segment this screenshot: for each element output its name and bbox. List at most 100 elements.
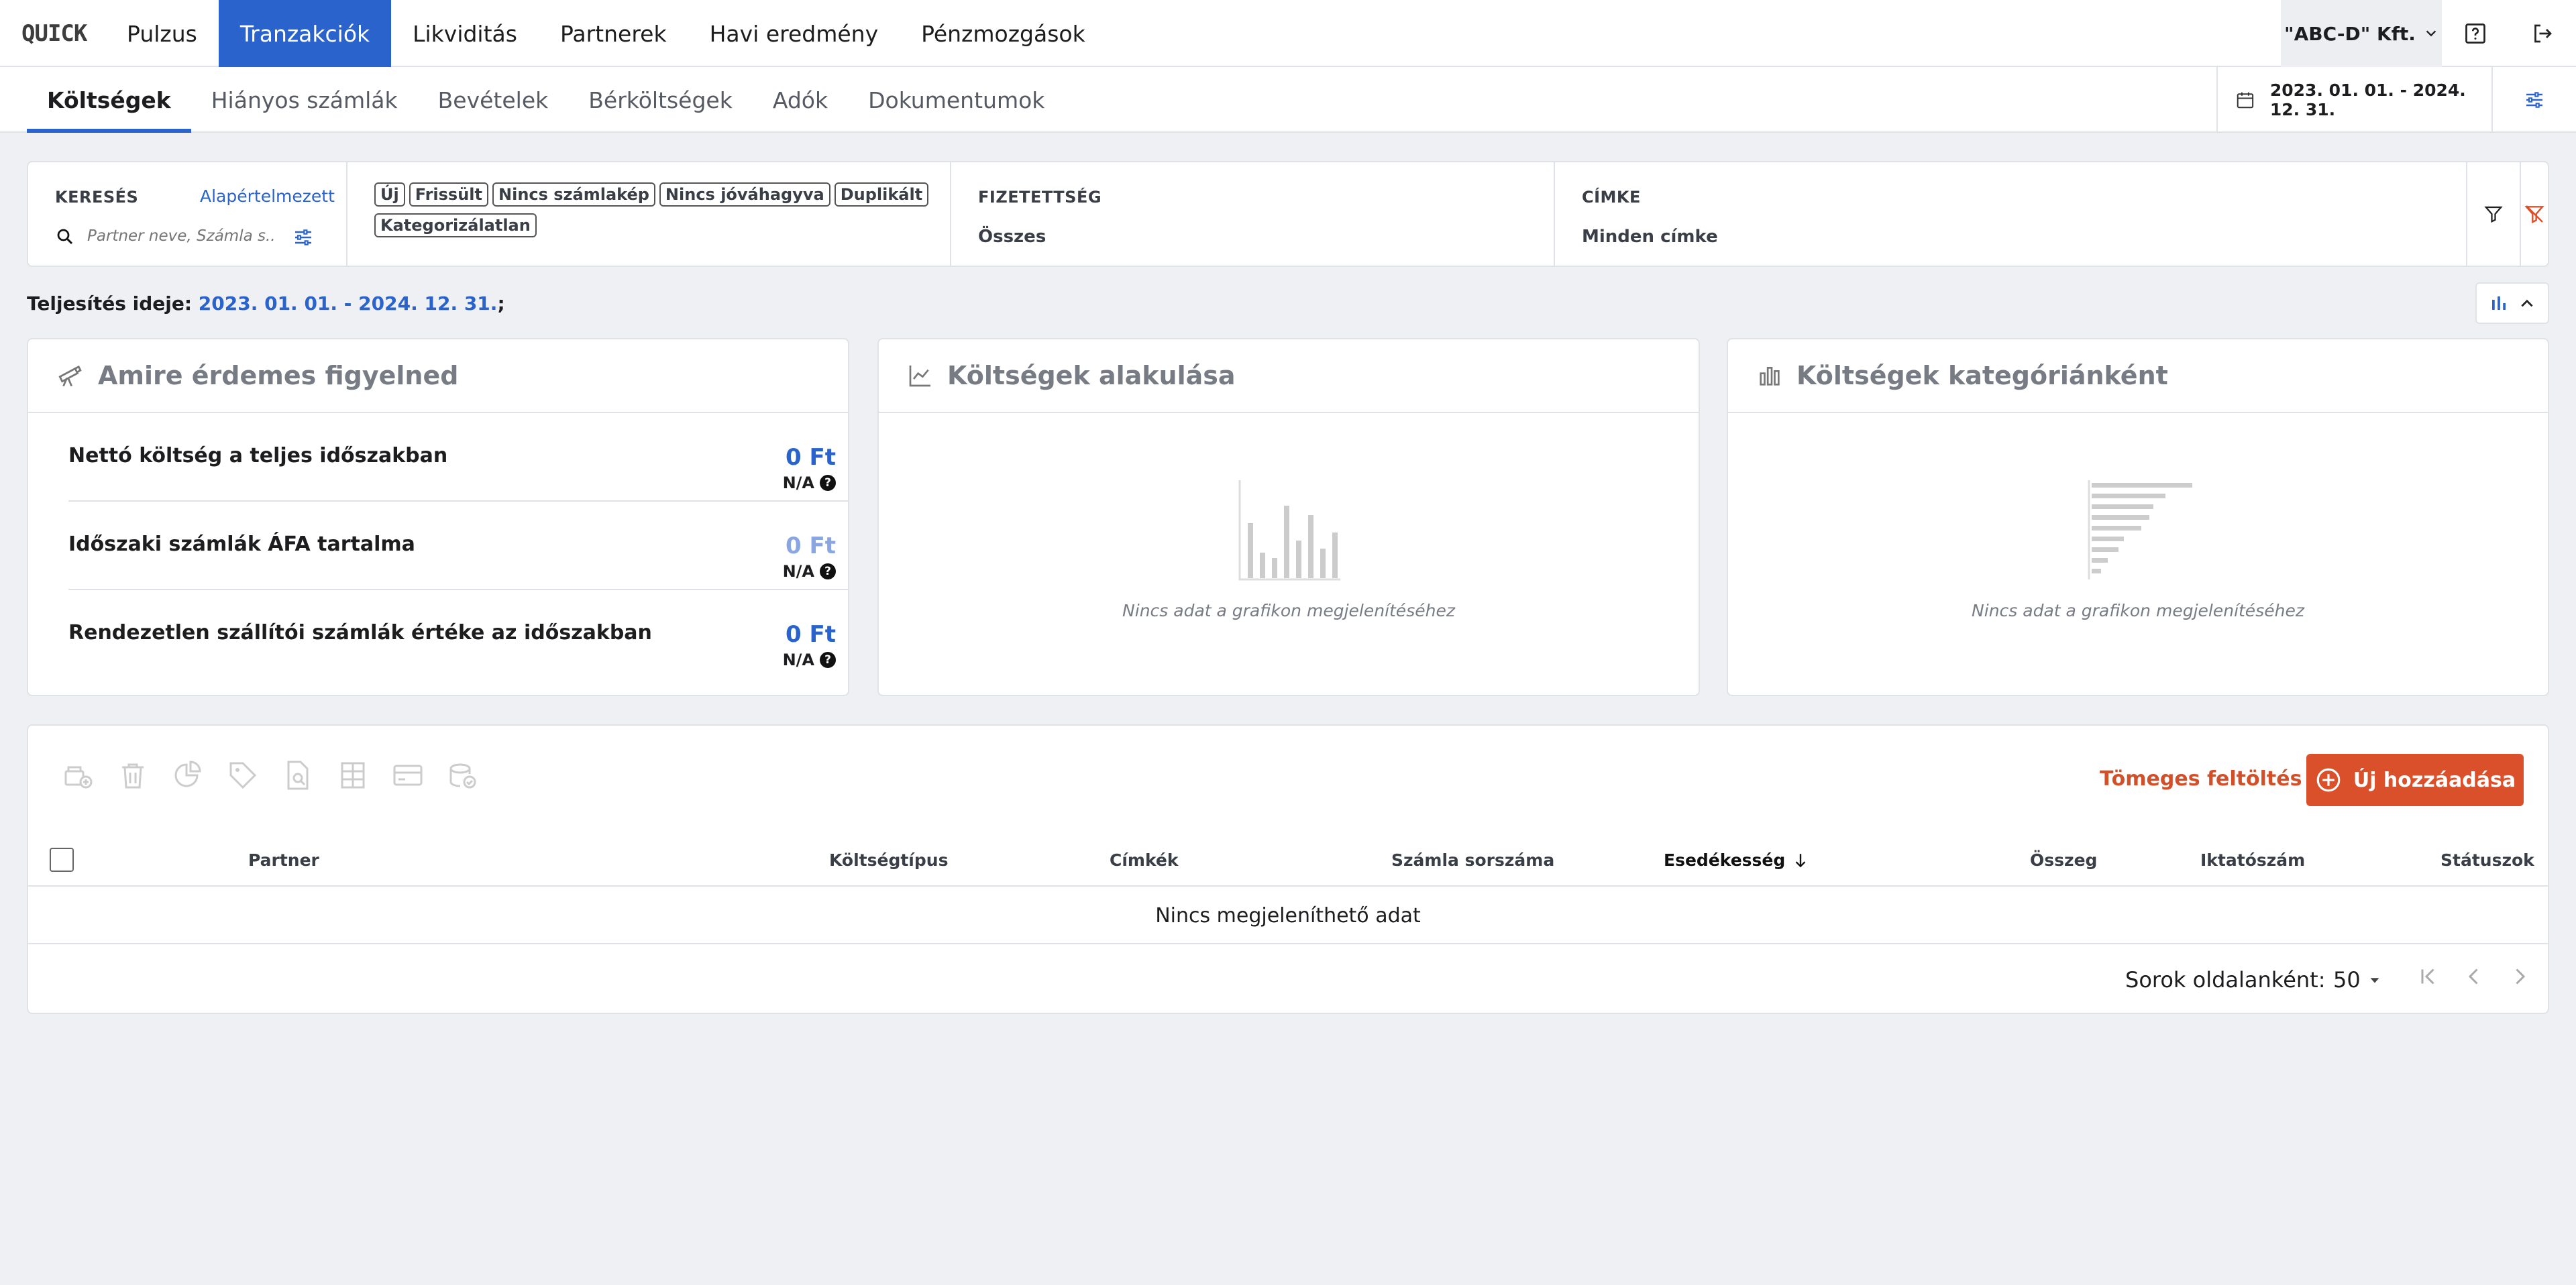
chevron-down-icon <box>2426 30 2436 37</box>
question-icon[interactable]: ? <box>820 563 836 579</box>
trend-empty-message: Nincs adat a grafikon megjelenítéséhez <box>1122 601 1455 620</box>
col-statuszok[interactable]: Státuszok <box>2440 850 2534 870</box>
add-circle-icon <box>2316 768 2341 792</box>
tab-adok[interactable]: Adók <box>753 67 848 133</box>
col-partner[interactable]: Partner <box>248 850 319 870</box>
search-label: KERESÉS <box>55 188 139 207</box>
date-range-picker[interactable]: 2023. 01. 01. - 2024. 12. 31. <box>2216 67 2491 133</box>
document-search-icon[interactable] <box>282 759 314 791</box>
watch-card: Amire érdemes figyelned Nettó költség a … <box>27 338 849 696</box>
toggle-charts-button[interactable] <box>2475 282 2549 324</box>
col-esedekesseg[interactable]: Esedékesség <box>1664 850 1809 870</box>
chip-frissult[interactable]: Frissült <box>409 182 488 207</box>
help-icon <box>2465 23 2485 44</box>
sort-down-arrow-icon <box>1795 853 1806 867</box>
page-buttons <box>2416 964 2532 989</box>
empty-bar-chart-illustration <box>1238 480 1340 581</box>
tag-icon[interactable] <box>227 759 259 791</box>
sub-bar: Költségek Hiányos számlák Bevételek Bérk… <box>0 67 2576 133</box>
chip-nincs-szamlakep[interactable]: Nincs számlakép <box>492 182 655 207</box>
logout-button[interactable] <box>2509 0 2576 67</box>
help-button[interactable] <box>2442 0 2509 67</box>
kpi-note-text: N/A <box>782 473 814 492</box>
main-nav-havi-eredmeny[interactable]: Havi eredmény <box>688 0 900 67</box>
settings-sliders-button[interactable] <box>2491 67 2576 133</box>
tab-koltsegek[interactable]: Költségek <box>27 67 191 133</box>
performance-range-link[interactable]: 2023. 01. 01. - 2024. 12. 31. <box>199 292 498 315</box>
kpi-row-unsettled: Rendezetlen szállítói számlák értéke az … <box>68 590 849 679</box>
telescope-icon <box>58 365 82 387</box>
question-icon[interactable]: ? <box>820 652 836 668</box>
search-input[interactable] <box>87 223 275 249</box>
sliders-icon <box>2526 92 2542 108</box>
search-default-link[interactable]: Alapértelmezett <box>200 186 335 206</box>
clear-filter-icon <box>2524 205 2544 223</box>
tab-hianyos-szamlak[interactable]: Hiányos számlák <box>191 67 418 133</box>
performance-label: Teljesítés ideje: <box>27 292 199 315</box>
chevron-up-icon <box>2521 299 2533 307</box>
col-cimkek[interactable]: Címkék <box>1110 850 1179 870</box>
payment-filter[interactable]: FIZETETTSÉG Összes <box>951 162 1555 266</box>
bulk-upload-link[interactable]: Tömeges feltöltés <box>2100 767 2302 791</box>
main-nav-partnerek[interactable]: Partnerek <box>539 0 688 67</box>
col-osszeg[interactable]: Összeg <box>2030 850 2097 870</box>
company-selector[interactable]: "ABC-D" Kft. <box>2281 0 2442 67</box>
question-icon[interactable]: ? <box>820 475 836 491</box>
main-nav-penzmozgasok[interactable]: Pénzmozgások <box>900 0 1107 67</box>
caret-down-icon <box>2370 978 2379 983</box>
bar-chart-icon <box>1760 367 1780 386</box>
ledger-icon[interactable] <box>337 759 369 791</box>
logout-icon <box>2534 24 2552 43</box>
main-nav-pulzus[interactable]: Pulzus <box>105 0 219 67</box>
search-icon <box>57 229 73 245</box>
category-empty-message: Nincs adat a grafikon megjelenítéséhez <box>1972 601 2304 620</box>
add-new-button[interactable]: Új hozzáadása <box>2306 754 2524 806</box>
credit-card-icon[interactable] <box>392 759 424 791</box>
tag-filter[interactable]: CÍMKE Minden címke <box>1555 162 2467 266</box>
payment-label: FIZETETTSÉG <box>978 188 1102 207</box>
kpi-label: Időszaki számlák ÁFA tartalma <box>68 533 415 556</box>
rows-per-page-select[interactable]: 50 <box>2333 967 2382 993</box>
col-koltsegtipus[interactable]: Költségtípus <box>829 850 948 870</box>
category-card: Költségek kategóriánként Nincs adat a gr… <box>1727 338 2549 696</box>
category-card-title: Költségek kategóriánként <box>1796 361 2168 390</box>
trash-icon[interactable] <box>117 759 149 791</box>
payment-value: Összes <box>978 227 1046 247</box>
calendar-icon <box>2237 92 2254 109</box>
chip-nincs-jovahagyva[interactable]: Nincs jóváhagyva <box>659 182 830 207</box>
kpi-label: Rendezetlen szállítói számlák értéke az … <box>68 621 652 645</box>
tab-bevetelek[interactable]: Bevételek <box>418 67 569 133</box>
performance-period: Teljesítés ideje: 2023. 01. 01. - 2024. … <box>27 292 505 315</box>
app-logo[interactable]: QUICK <box>21 20 87 47</box>
pie-chart-icon[interactable] <box>172 759 204 791</box>
top-bar: QUICK Pulzus Tranzakciók Likviditás Part… <box>0 0 2576 67</box>
kpi-row-vat: Időszaki számlák ÁFA tartalma 0 Ft N/A? <box>68 502 849 590</box>
chip-uj[interactable]: Új <box>374 182 405 207</box>
filter-icon <box>2484 206 2503 223</box>
previous-page-icon[interactable] <box>2462 964 2486 989</box>
col-esedekesseg-label: Esedékesség <box>1664 850 1786 870</box>
status-chips-section: Új Frissült Nincs számlakép Nincs jóváhagyv… <box>347 162 951 266</box>
filter-button[interactable] <box>2467 162 2521 266</box>
select-all-checkbox[interactable] <box>50 848 74 872</box>
bulk-actions-toolbar <box>62 759 479 791</box>
line-chart-icon <box>909 366 930 387</box>
kpi-note: N/A? <box>783 651 836 669</box>
next-page-icon[interactable] <box>2508 964 2532 989</box>
tab-dokumentumok[interactable]: Dokumentumok <box>848 67 1065 133</box>
add-to-group-icon[interactable] <box>62 759 94 791</box>
rows-per-page-value: 50 <box>2333 967 2361 993</box>
kpi-label: Nettó költség a teljes időszakban <box>68 444 448 467</box>
main-nav-tranzakciok[interactable]: Tranzakciók <box>218 0 392 67</box>
category-card-header: Költségek kategóriánként <box>1728 339 2548 413</box>
chip-kategorizalatlan[interactable]: Kategorizálatlan <box>374 213 537 237</box>
first-page-icon[interactable] <box>2416 964 2440 989</box>
search-options-icon[interactable] <box>292 227 314 248</box>
chip-duplikalt[interactable]: Duplikált <box>834 182 929 207</box>
col-iktatoszam[interactable]: Iktatószám <box>2200 850 2305 870</box>
tab-berkoltsegek[interactable]: Bérköltségek <box>568 67 753 133</box>
coins-check-icon[interactable] <box>447 759 479 791</box>
clear-filter-button[interactable] <box>2521 162 2548 266</box>
main-nav-likviditas[interactable]: Likviditás <box>391 0 539 67</box>
col-szamla-sorszama[interactable]: Számla sorszáma <box>1391 850 1554 870</box>
